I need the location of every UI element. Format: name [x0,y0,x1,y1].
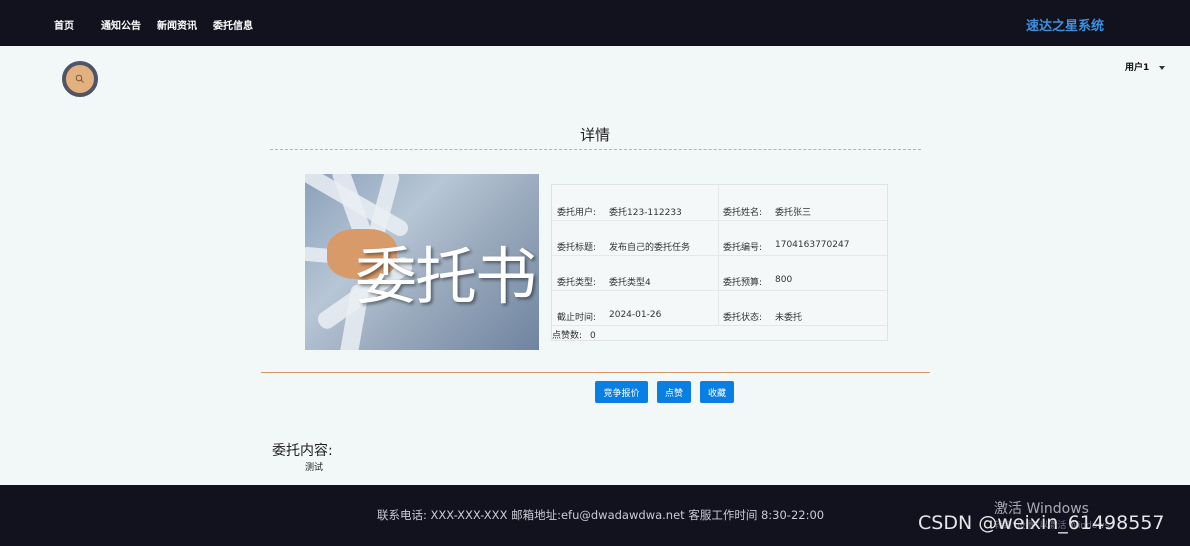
brand-title: 速达之星系统 [1026,19,1105,34]
likes-value: 0 [590,331,596,341]
top-navbar: 首页 通知公告 新闻资讯 委托信息 速达之星系统 [0,0,1190,46]
field-value: 未委托 [775,313,803,323]
page-title: 详情 [579,126,610,144]
field-value: 委托类型4 [609,278,651,288]
field-label: 委托姓名: [723,208,763,218]
table-row: 截止时间: 2024-01-26 委托状态: 未委托 [552,290,887,326]
chevron-down-icon [1159,65,1166,70]
field-value: 发布自己的委托任务 [609,243,691,253]
likes-label: 点赞数: [552,331,583,341]
table-row: 委托类型: 委托类型4 委托预算: 800 [552,255,887,291]
column-divider [718,185,719,325]
footer: 联系电话: XXX-XXX-XXX 邮箱地址:efu@dwadawdwa.net… [0,485,1190,546]
detail-info-table: 委托用户: 委托123-112233 委托姓名: 委托张三 委托标题: 发布自己… [551,184,888,341]
nav-notices[interactable]: 通知公告 [101,17,141,32]
bid-button[interactable]: 竞争报价 [595,381,648,403]
field-value: 800 [775,275,793,285]
table-row: 委托标题: 发布自己的委托任务 委托编号: 1704163770247 [552,220,887,256]
nav-home[interactable]: 首页 [54,17,74,32]
field-label: 截止时间: [557,313,597,323]
title-divider [270,149,921,150]
nav-commissions[interactable]: 委托信息 [213,17,253,32]
field-value: 2024-01-26 [609,310,662,320]
content-heading: 委托内容: [272,443,333,459]
section-divider [261,372,930,373]
field-label: 委托用户: [557,208,597,218]
favorite-button[interactable]: 收藏 [700,381,734,403]
field-label: 委托预算: [723,278,763,288]
cover-title: 委托书 [355,240,537,313]
user-dropdown[interactable]: 用户1 [1125,60,1166,73]
field-value: 1704163770247 [775,240,850,250]
field-label: 委托编号: [723,243,763,253]
field-label: 委托类型: [557,278,597,288]
cover-image: 委托书 [305,174,539,350]
table-row: 委托用户: 委托123-112233 委托姓名: 委托张三 [552,185,887,221]
field-label: 委托状态: [723,313,763,323]
like-button[interactable]: 点赞 [657,381,691,403]
field-value: 委托123-112233 [609,208,682,218]
likes-count: 点赞数: 0 [552,328,596,341]
footer-contact: 联系电话: XXX-XXX-XXX 邮箱地址:efu@dwadawdwa.net… [377,508,825,522]
field-label: 委托标题: [557,243,597,253]
user-name: 用户1 [1125,63,1150,73]
avatar[interactable] [62,61,98,97]
search-icon [75,74,84,83]
content-body: 测试 [305,463,324,473]
field-value: 委托张三 [775,208,812,218]
csdn-watermark: CSDN @weixin_61498557 [918,512,1165,534]
nav-news[interactable]: 新闻资讯 [157,17,197,32]
